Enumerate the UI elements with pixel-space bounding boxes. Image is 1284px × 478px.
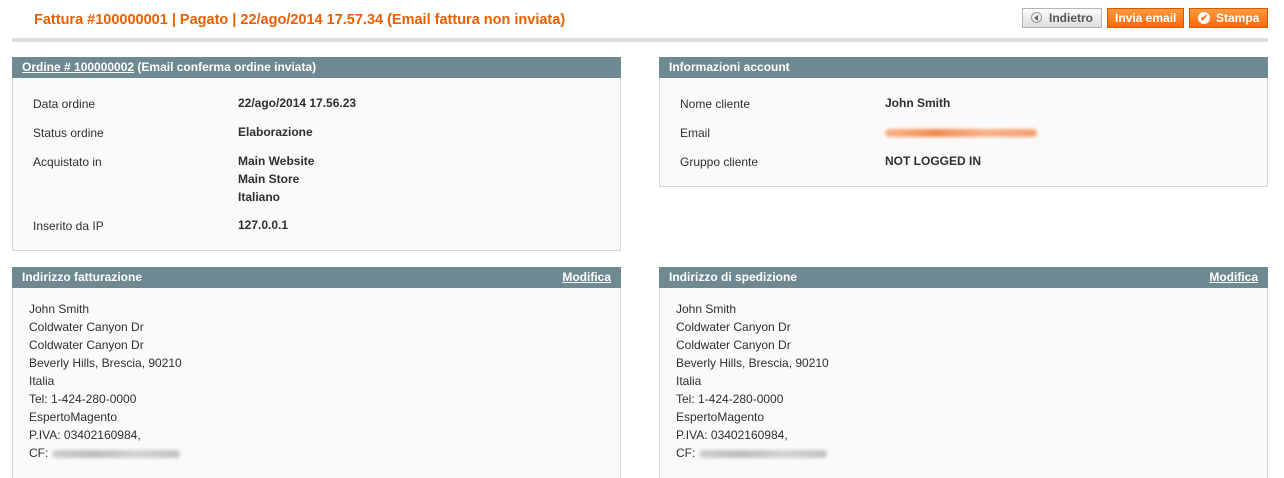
email-label: Email [680, 126, 711, 140]
billing-address-header: Indirizzo fatturazione Modifica [12, 267, 621, 288]
order-info-header: Ordine # 100000002 (Email conferma ordin… [12, 57, 621, 78]
ip-label: Inserito da IP [33, 219, 104, 233]
billing-cf-label: CF: [29, 446, 49, 460]
billing-street-2: Coldwater Canyon Dr [29, 338, 144, 352]
billing-address-title: Indirizzo fatturazione [22, 270, 142, 284]
shipping-vat: P.IVA: 03402160984, [676, 428, 788, 442]
billing-phone: Tel: 1-424-280-0000 [29, 392, 137, 406]
order-status-label: Status ordine [33, 126, 104, 140]
shipping-edit-link[interactable]: Modifica [1209, 267, 1258, 288]
billing-cf: CF: [29, 446, 180, 460]
order-date-value: 22/ago/2014 17.56.23 [238, 96, 357, 110]
shipping-street-2: Coldwater Canyon Dr [676, 338, 791, 352]
shipping-company: EspertoMagento [676, 410, 765, 424]
billing-address-box: Indirizzo fatturazione Modifica John Smi… [12, 267, 621, 478]
print-button[interactable]: ✔ Stampa [1189, 8, 1268, 28]
shipping-address-body: John Smith Coldwater Canyon Dr Coldwater… [659, 288, 1268, 478]
purchased-in-label: Acquistato in [33, 155, 102, 169]
account-info-header: Informazioni account [659, 57, 1268, 78]
shipping-cf-label: CF: [676, 446, 696, 460]
email-value-redacted[interactable] [885, 125, 1037, 139]
billing-address-body: John Smith Coldwater Canyon Dr Coldwater… [12, 288, 621, 478]
send-email-button-label: Invia email [1115, 11, 1177, 25]
redacted-billing-cf [51, 449, 180, 458]
back-button[interactable]: Indietro [1022, 8, 1102, 28]
billing-edit-link[interactable]: Modifica [562, 267, 611, 288]
order-status-value: Elaborazione [238, 125, 313, 139]
shipping-name: John Smith [676, 302, 737, 316]
ip-value: 127.0.0.1 [238, 218, 289, 232]
billing-city: Beverly Hills, Brescia, 90210 [29, 356, 182, 370]
order-info-body: Data ordine 22/ago/2014 17.56.23 Status … [12, 78, 621, 251]
account-info-body: Nome cliente John Smith Email Gruppo cli… [659, 78, 1268, 187]
redacted-email [885, 128, 1037, 137]
order-info-box: Ordine # 100000002 (Email conferma ordin… [12, 57, 621, 251]
shipping-address-header: Indirizzo di spedizione Modifica [659, 267, 1268, 288]
shipping-cf: CF: [676, 446, 827, 460]
billing-vat: P.IVA: 03402160984, [29, 428, 141, 442]
billing-company: EspertoMagento [29, 410, 118, 424]
send-email-button[interactable]: Invia email [1107, 8, 1184, 28]
order-date-label: Data ordine [33, 97, 96, 111]
customer-name-value: John Smith [885, 96, 951, 110]
print-button-label: Stampa [1216, 11, 1260, 25]
customer-group-value: NOT LOGGED IN [885, 154, 981, 168]
page-title: Fattura #100000001 | Pagato | 22/ago/201… [34, 12, 566, 28]
shipping-country: Italia [676, 374, 702, 388]
back-arrow-icon [1031, 12, 1042, 23]
shipping-phone: Tel: 1-424-280-0000 [676, 392, 784, 406]
purchased-language: Italiano [238, 190, 281, 204]
billing-name: John Smith [29, 302, 90, 316]
redacted-shipping-cf [698, 449, 827, 458]
customer-group-label: Gruppo cliente [680, 155, 759, 169]
shipping-address-box: Indirizzo di spedizione Modifica John Sm… [659, 267, 1268, 478]
order-number-link[interactable]: Ordine # 100000002 [22, 60, 134, 74]
purchased-store: Main Store [238, 172, 300, 186]
billing-country: Italia [29, 374, 55, 388]
shipping-city: Beverly Hills, Brescia, 90210 [676, 356, 829, 370]
customer-name-label: Nome cliente [680, 97, 751, 111]
print-check-icon: ✔ [1198, 12, 1210, 24]
shipping-street-1: Coldwater Canyon Dr [676, 320, 791, 334]
account-info-box: Informazioni account Nome cliente John S… [659, 57, 1268, 187]
back-button-label: Indietro [1049, 11, 1093, 25]
billing-street-1: Coldwater Canyon Dr [29, 320, 144, 334]
purchased-website: Main Website [238, 154, 315, 168]
order-email-status: (Email conferma ordine inviata) [134, 60, 317, 74]
shipping-address-title: Indirizzo di spedizione [669, 270, 798, 284]
